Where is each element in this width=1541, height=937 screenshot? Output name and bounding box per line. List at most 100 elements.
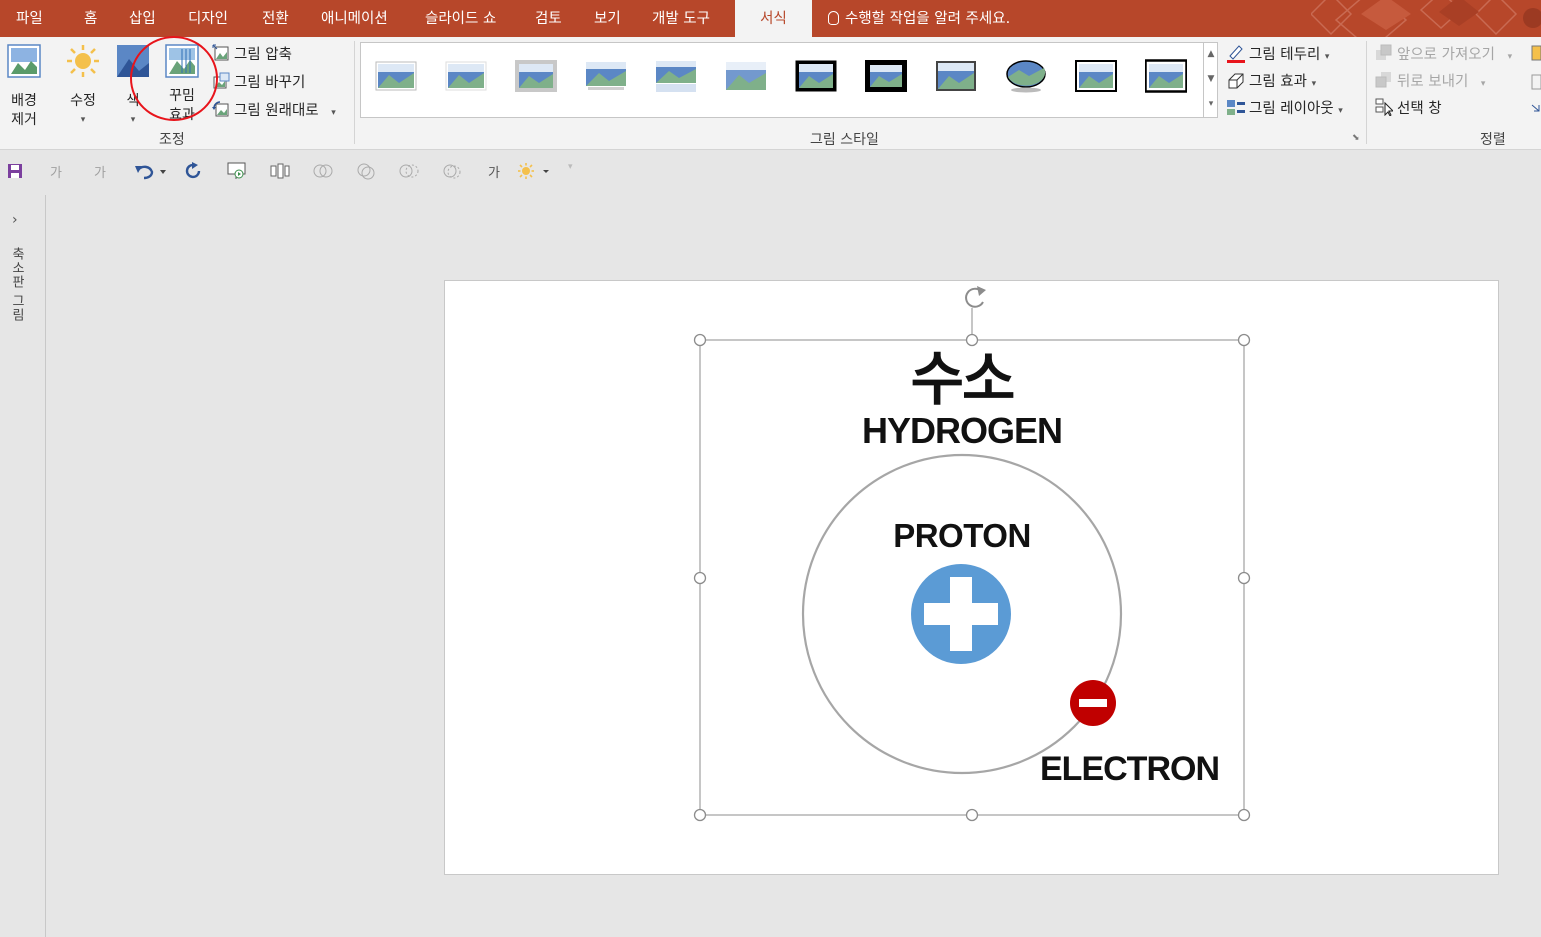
electron-label: ELECTRON (1040, 750, 1220, 788)
tab-design[interactable]: 디자인 (188, 0, 228, 37)
tab-review[interactable]: 검토 (535, 0, 562, 37)
title-english: HYDROGEN (861, 410, 1063, 451)
tab-slideshow[interactable]: 슬라이드 쇼 (425, 0, 496, 37)
font-grow-icon[interactable]: 가 (50, 162, 62, 181)
selection-pane-label: 선택 창 (1397, 101, 1442, 117)
highlight-annotation-circle (130, 36, 218, 121)
group-divider (354, 41, 355, 144)
chevron-down-icon: ▾ (1324, 52, 1330, 62)
style-thumbnail[interactable] (935, 59, 977, 93)
remove-background-icon (7, 44, 41, 78)
remove-background-button[interactable]: 배경 제거 (4, 43, 44, 130)
chevron-down-icon: ▾ (331, 108, 336, 118)
change-picture-button[interactable]: 그림 바꾸기 (212, 71, 305, 92)
arrange-group-label: 정렬 (1480, 132, 1506, 148)
effects-icon (1226, 71, 1246, 93)
redo-icon[interactable] (185, 162, 203, 184)
chevron-down-icon: ▾ (80, 115, 86, 125)
picture-border-button[interactable]: 그림 테두리 ▾ (1226, 43, 1329, 64)
style-thumbnail[interactable] (1075, 59, 1117, 93)
reset-picture-label: 그림 원래대로 (234, 103, 319, 119)
picture-styles-gallery[interactable] (360, 42, 1218, 118)
tell-me-search[interactable]: 수행할 작업을 알려 주세요. (828, 0, 1010, 37)
corrections-button[interactable]: 수정 ▾ (62, 43, 104, 130)
style-thumbnail[interactable] (865, 59, 907, 93)
style-thumbnail[interactable] (375, 59, 417, 93)
tell-me-text: 수행할 작업을 알려 주세요. (845, 11, 1011, 27)
send-backward-button[interactable]: 뒤로 보내기 ▾ (1375, 70, 1485, 91)
brightness-icon[interactable] (517, 162, 553, 184)
shape-combine-icon[interactable] (356, 162, 376, 184)
remove-bg-label-2: 제거 (11, 112, 37, 128)
chevron-down-icon: ▾ (130, 115, 136, 125)
style-thumbnail[interactable] (725, 59, 767, 93)
font-shrink-icon[interactable]: 가 (94, 162, 106, 181)
chevron-down-icon: ▾ (1507, 52, 1513, 62)
tab-transitions[interactable]: 전환 (262, 0, 289, 37)
tab-view[interactable]: 보기 (594, 0, 621, 37)
picture-effects-button[interactable]: 그림 효과 ▾ (1226, 70, 1316, 91)
style-thumbnail[interactable] (795, 59, 837, 93)
tab-file[interactable]: 파일 (16, 0, 43, 37)
thumbnail-pane-label: 축소판 그림 (9, 247, 24, 323)
tab-animations[interactable]: 애니메이션 (321, 0, 388, 37)
slideshow-icon[interactable] (227, 161, 247, 185)
shape-intersect-icon[interactable] (442, 162, 462, 184)
font-icon[interactable]: 가 (488, 162, 500, 181)
proton-label: PROTON (893, 517, 1031, 554)
corrections-label: 수정 (70, 93, 96, 109)
reset-picture-button[interactable]: 그림 원래대로 ▾ (212, 99, 336, 120)
tab-developer[interactable]: 개발 도구 (652, 0, 710, 37)
scroll-down-icon[interactable]: ▼ (1204, 67, 1218, 92)
ribbon-panel: 배경 제거 수정 ▾ 색 ▾ 꾸밈 효과 그림 압축 그림 바꾸기 그림 원래대… (0, 37, 1541, 150)
styles-group-label: 그림 스타일 (810, 132, 879, 148)
bring-forward-label: 앞으로 가져오기 (1397, 47, 1495, 63)
qat-more-icon[interactable]: ▾ (568, 162, 573, 172)
style-thumbnail[interactable] (1005, 59, 1047, 93)
adjust-group-label: 조정 (159, 132, 185, 148)
style-thumbnail[interactable] (445, 59, 487, 93)
gallery-more-icon[interactable]: ▾ (1204, 92, 1218, 117)
scroll-up-icon[interactable]: ▲ (1204, 42, 1218, 67)
selection-pane-button[interactable]: 선택 창 (1375, 97, 1442, 118)
dialog-launcher-icon[interactable]: ⬊ (1352, 133, 1360, 143)
tab-home[interactable]: 홈 (84, 0, 97, 37)
thumbnail-pane-collapsed[interactable]: › 축소판 그림 (0, 195, 46, 937)
chevron-down-icon: ▾ (1338, 106, 1343, 116)
save-icon[interactable] (7, 163, 23, 183)
align-center-icon[interactable] (270, 163, 290, 183)
chevron-down-icon: ▾ (1311, 79, 1317, 89)
compress-pictures-button[interactable]: 그림 압축 (212, 43, 292, 64)
style-thumbnail[interactable] (1145, 59, 1187, 93)
bring-forward-button[interactable]: 앞으로 가져오기 ▾ (1375, 43, 1512, 64)
picture-layout-button[interactable]: 그림 레이아웃 ▾ (1226, 97, 1343, 118)
remove-bg-label-1: 배경 (11, 93, 37, 109)
picture-border-label: 그림 테두리 (1249, 47, 1321, 63)
tab-format[interactable]: 서식 (735, 0, 812, 37)
ribbon-tab-bar: 파일 홈 삽입 디자인 전환 애니메이션 슬라이드 쇼 검토 보기 개발 도구 … (0, 0, 1541, 37)
pen-icon (1226, 43, 1246, 67)
style-thumbnail[interactable] (655, 59, 697, 93)
picture-layout-label: 그림 레이아웃 (1249, 101, 1334, 117)
shape-fragment-icon[interactable] (399, 162, 419, 184)
align-icon[interactable] (1531, 45, 1541, 129)
quick-access-toolbar: 가 가 가 ▾ (0, 151, 1541, 191)
group-divider (1366, 41, 1367, 144)
undo-icon[interactable] (134, 162, 166, 184)
style-thumbnail[interactable] (515, 59, 557, 93)
picture-effects-label: 그림 효과 (1249, 74, 1307, 90)
bring-forward-icon (1375, 44, 1393, 66)
send-backward-label: 뒤로 보내기 (1397, 74, 1469, 90)
tab-insert[interactable]: 삽입 (129, 0, 156, 37)
chevron-down-icon: ▾ (1480, 79, 1486, 89)
selection-pane-icon (1375, 98, 1395, 120)
decorative-pattern-icon (1311, 0, 1541, 37)
shape-union-icon[interactable] (313, 162, 333, 184)
layout-icon (1226, 98, 1246, 120)
reset-picture-icon (212, 100, 230, 122)
compress-label: 그림 압축 (234, 47, 292, 63)
style-thumbnail[interactable] (585, 59, 627, 93)
title-korean: 수소 (910, 345, 1016, 413)
chevron-right-icon[interactable]: › (12, 212, 18, 228)
gallery-scroll[interactable]: ▲ ▼ ▾ (1203, 42, 1218, 118)
